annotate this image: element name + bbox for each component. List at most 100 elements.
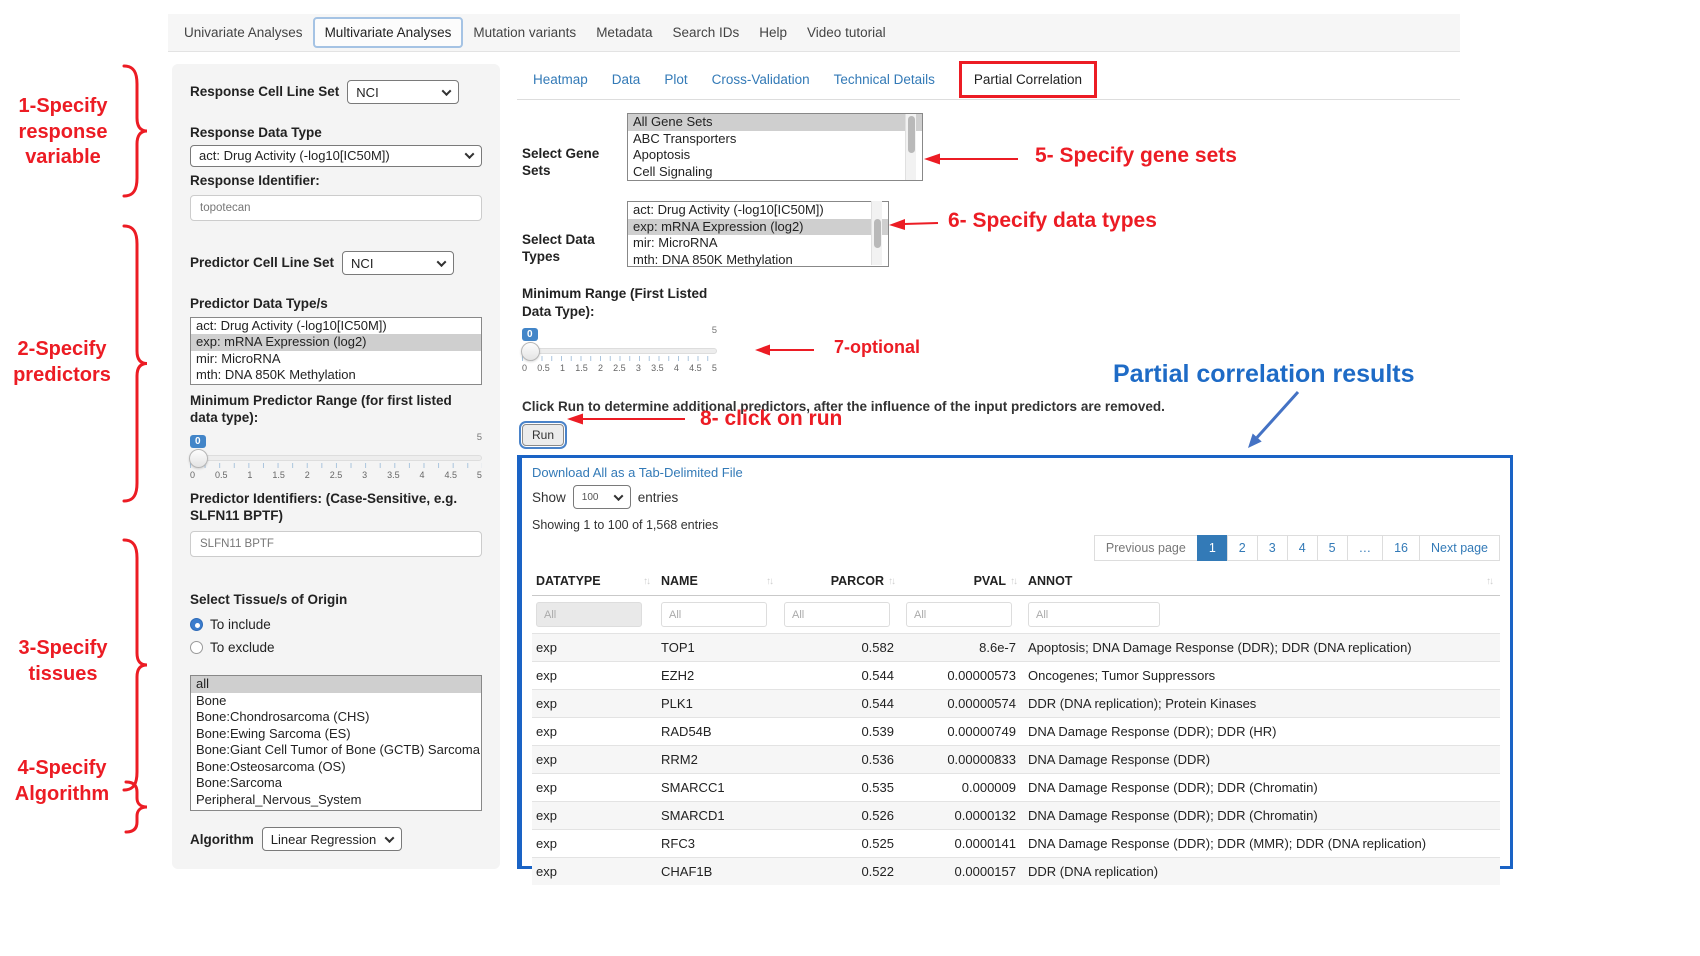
listbox-option[interactable]: mir: MicroRNA (628, 235, 888, 252)
tissue-exclude-radio[interactable]: To exclude (190, 638, 482, 657)
nav-item[interactable]: Metadata (586, 19, 662, 46)
nav-item[interactable]: Video tutorial (797, 19, 896, 46)
listbox-option[interactable]: Peripheral_Nervous_System (191, 792, 481, 809)
listbox-option[interactable]: Bone:Chondrosarcoma (CHS) (191, 709, 481, 726)
page-number-button[interactable]: … (1347, 535, 1384, 561)
nav-item[interactable]: Mutation variants (463, 19, 586, 46)
listbox-option[interactable]: Bone:Osteosarcoma (OS) (191, 759, 481, 776)
nav-item[interactable]: Help (749, 19, 797, 46)
predictor-data-types-listbox[interactable]: act: Drug Activity (-log10[IC50M])exp: m… (190, 317, 482, 385)
page-number-button[interactable]: 16 (1382, 535, 1420, 561)
table-row[interactable]: exp RFC3 0.525 0.0000141 DNA Damage Resp… (532, 830, 1500, 858)
column-header-datatype[interactable]: DATATYPE↑↓ (532, 566, 657, 596)
data-types-listbox[interactable]: act: Drug Activity (-log10[IC50M])exp: m… (627, 201, 889, 267)
annotation-step5: 5- Specify gene sets (1035, 143, 1237, 170)
listbox-option[interactable]: Apoptosis (628, 147, 922, 164)
listbox-option[interactable]: Bone:Sarcoma (191, 775, 481, 792)
sort-icon[interactable]: ↑↓ (643, 576, 649, 587)
slider-tickmarks (522, 356, 717, 361)
table-row[interactable]: exp EZH2 0.544 0.00000573 Oncogenes; Tum… (532, 662, 1500, 690)
listbox-option[interactable]: Cell Signaling (628, 164, 922, 181)
tab[interactable]: Heatmap (533, 72, 588, 87)
previous-page-button[interactable]: Previous page (1094, 535, 1198, 561)
response-identifier-input[interactable] (190, 195, 482, 221)
tissue-listbox[interactable]: allBoneBone:Chondrosarcoma (CHS)Bone:Ewi… (190, 675, 482, 811)
filter-input-parcor[interactable] (784, 602, 890, 627)
next-page-button[interactable]: Next page (1419, 535, 1500, 561)
listbox-option[interactable]: exp: mRNA Expression (log2) (628, 219, 888, 236)
column-header-name[interactable]: NAME↑↓ (657, 566, 780, 596)
listbox-option[interactable]: mth: DNA 850K Methylation (628, 252, 888, 268)
response-cell-line-select[interactable]: NCI (347, 80, 459, 104)
slider-handle[interactable] (189, 449, 208, 468)
slider-tick-label: 2.5 (330, 470, 343, 480)
table-row[interactable]: exp TOP1 0.582 8.6e-7 Apoptosis; DNA Dam… (532, 634, 1500, 662)
listbox-option[interactable]: Bone (191, 693, 481, 710)
gene-sets-listbox[interactable]: All Gene SetsABC TransportersApoptosisCe… (627, 113, 923, 181)
slider-track[interactable] (190, 455, 482, 461)
predictor-identifiers-input[interactable] (190, 531, 482, 557)
page-number-button[interactable]: 1 (1197, 535, 1228, 561)
show-label: Show (532, 490, 566, 505)
column-header-pval[interactable]: PVAL↑↓ (902, 566, 1024, 596)
run-button[interactable]: Run (522, 424, 564, 446)
page-number-button[interactable]: 3 (1257, 535, 1288, 561)
algorithm-select[interactable]: Linear Regression (262, 827, 402, 851)
min-range-slider[interactable]: 0 5 00.511.522.533.544.55 (522, 324, 717, 373)
predictor-cell-line-select[interactable]: NCI (342, 251, 454, 275)
download-link[interactable]: Download All as a Tab-Delimited File (532, 465, 743, 480)
filter-input-datatype[interactable] (536, 602, 642, 627)
tab[interactable]: Plot (664, 72, 687, 87)
cell-name: EZH2 (657, 662, 780, 690)
tab[interactable]: Technical Details (834, 72, 935, 87)
table-row[interactable]: exp SMARCC1 0.535 0.000009 DNA Damage Re… (532, 774, 1500, 802)
tissue-include-radio[interactable]: To include (190, 615, 482, 634)
listbox-option[interactable]: act: Drug Activity (-log10[IC50M]) (191, 318, 481, 335)
sort-icon[interactable]: ↑↓ (1010, 576, 1016, 587)
listbox-option[interactable]: exp: mRNA Expression (log2) (191, 334, 481, 351)
scrollbar[interactable] (905, 114, 916, 180)
nav-item[interactable]: Univariate Analyses (174, 19, 313, 46)
tab[interactable]: Cross-Validation (712, 72, 810, 87)
listbox-option[interactable]: act: Drug Activity (-log10[IC50M]) (628, 202, 888, 219)
listbox-option[interactable]: Bone:Giant Cell Tumor of Bone (GCTB) Sar… (191, 742, 481, 759)
sort-icon[interactable]: ↑↓ (1486, 576, 1492, 587)
column-header-parcor[interactable]: PARCOR↑↓ (780, 566, 902, 596)
cell-pval: 0.00000574 (902, 690, 1024, 718)
slider-handle[interactable] (521, 342, 540, 361)
filter-input-name[interactable] (661, 602, 767, 627)
page-number-button[interactable]: 2 (1227, 535, 1258, 561)
table-row[interactable]: exp PLK1 0.544 0.00000574 DDR (DNA repli… (532, 690, 1500, 718)
response-data-type-select[interactable]: act: Drug Activity (-log10[IC50M]) (190, 145, 482, 167)
table-row[interactable]: exp RAD54B 0.539 0.00000749 DNA Damage R… (532, 718, 1500, 746)
page-number-button[interactable]: 4 (1287, 535, 1318, 561)
sort-icon[interactable]: ↑↓ (766, 576, 772, 587)
filter-input-annot[interactable] (1028, 602, 1160, 627)
listbox-option[interactable]: all (191, 676, 481, 693)
tab[interactable]: Partial Correlation (959, 61, 1097, 98)
listbox-option[interactable]: Bone:Ewing Sarcoma (ES) (191, 726, 481, 743)
table-row[interactable]: exp CHAF1B 0.522 0.0000157 DDR (DNA repl… (532, 858, 1500, 886)
nav-item[interactable]: Multivariate Analyses (313, 17, 464, 48)
listbox-option[interactable]: All Gene Sets (628, 114, 922, 131)
cell-annot: Oncogenes; Tumor Suppressors (1024, 662, 1500, 690)
slider-track[interactable] (522, 348, 717, 354)
page-number-button[interactable]: 5 (1317, 535, 1348, 561)
chevron-down-icon (384, 833, 394, 843)
listbox-option[interactable]: mth: DNA 850K Methylation (191, 367, 481, 384)
listbox-option[interactable]: mir: MicroRNA (191, 351, 481, 368)
table-row[interactable]: exp SMARCD1 0.526 0.0000132 DNA Damage R… (532, 802, 1500, 830)
sort-icon[interactable]: ↑↓ (888, 576, 894, 587)
listbox-option[interactable]: ABC Transporters (628, 131, 922, 148)
page-size-select[interactable]: 100 (573, 485, 631, 509)
tab[interactable]: Data (612, 72, 641, 87)
response-cell-line-label: Response Cell Line Set (190, 83, 339, 101)
scrollbar[interactable] (871, 201, 882, 265)
table-row[interactable]: exp RRM2 0.536 0.00000833 DNA Damage Res… (532, 746, 1500, 774)
table-body: exp TOP1 0.582 8.6e-7 Apoptosis; DNA Dam… (532, 634, 1500, 886)
annotation-step7: 7-optional (834, 336, 920, 359)
column-header-annot[interactable]: ANNOT↑↓ (1024, 566, 1500, 596)
min-predictor-range-slider[interactable]: 0 5 00.511.522.533.544.55 (190, 431, 482, 480)
filter-input-pval[interactable] (906, 602, 1012, 627)
nav-item[interactable]: Search IDs (662, 19, 749, 46)
